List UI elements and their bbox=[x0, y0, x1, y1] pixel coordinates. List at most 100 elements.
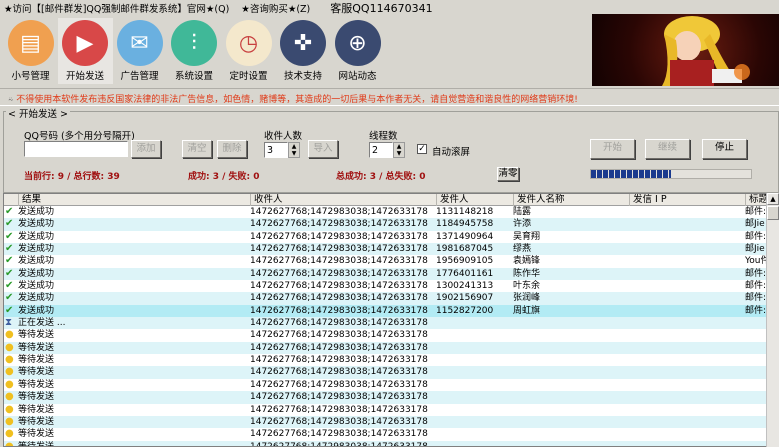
col-sender-name[interactable]: 发件人名称 bbox=[513, 194, 565, 206]
bulb-icon: ● bbox=[5, 415, 14, 427]
cell-to: 1472627768;1472983038;1472633178 bbox=[250, 429, 428, 440]
table-row[interactable]: ✔ 发送成功 1472627768;1472983038;1472633178 130… bbox=[4, 280, 778, 292]
toolbar-button-2[interactable]: ✉ 广告管理 bbox=[112, 18, 167, 84]
col-result[interactable]: 结果 bbox=[18, 194, 41, 206]
cell-from: 1371490964 bbox=[436, 231, 494, 242]
cell-result: 等待发送 bbox=[18, 392, 55, 403]
cell-to: 1472627768;1472983038;1472633178 bbox=[250, 305, 428, 316]
cell-from: 1152827200 bbox=[436, 305, 494, 316]
cell-subject: 邮件: bbox=[745, 305, 767, 316]
table-row[interactable]: ⧗ 正在发送 ... 1472627768;1472983038;147263317… bbox=[4, 317, 778, 330]
start-button[interactable]: 开始 bbox=[590, 139, 635, 159]
menu-bar: ★访问【[邮件群发]QQ强制邮件群发系统】官网★(Q) ★咨询购买★(Z) 客服… bbox=[4, 1, 433, 15]
table-row[interactable]: ● 等待发送 1472627768;1472983038;1472633178 bbox=[4, 366, 778, 379]
cell-to: 1472627768;1472983038;1472633178 bbox=[250, 219, 428, 230]
table-row[interactable]: ✔ 发送成功 1472627768;1472983038;1472633178 177… bbox=[4, 267, 778, 281]
table-row[interactable]: ● 等待发送 1472627768;1472983038;1472633178 bbox=[4, 329, 778, 341]
cell-result: 等待发送 bbox=[18, 342, 55, 353]
vertical-scrollbar[interactable]: ▲ bbox=[766, 193, 779, 447]
cell-from: 1956909105 bbox=[436, 256, 494, 267]
reset-button[interactable]: 清零 bbox=[497, 167, 519, 181]
table-row[interactable]: ● 等待发送 1472627768;1472983038;1472633178 bbox=[4, 428, 778, 440]
table-row[interactable]: ● 等待发送 1472627768;1472983038;1472633178 bbox=[4, 404, 778, 416]
document-icon: ▤ bbox=[7, 20, 54, 66]
add-button[interactable]: 添加 bbox=[131, 140, 161, 158]
col-recipient[interactable]: 收件人 bbox=[250, 194, 283, 206]
menu-visit-website[interactable]: ★访问【[邮件群发]QQ强制邮件群发系统】官网★(Q) bbox=[4, 1, 229, 15]
table-row[interactable]: ● 等待发送 1472627768;1472983038;1472633178 bbox=[4, 341, 778, 355]
stop-button[interactable]: 停止 bbox=[702, 139, 747, 159]
cell-name: 吴育翔 bbox=[513, 231, 541, 242]
support-qq: 客服QQ114670341 bbox=[330, 2, 433, 15]
delete-button[interactable]: 删除 bbox=[217, 140, 247, 158]
cell-result: 等待发送 bbox=[18, 330, 55, 341]
autoscroll-checkbox[interactable]: ✓ bbox=[417, 144, 427, 154]
table-row[interactable]: ✔ 发送成功 1472627768;1472983038;1472633178 137… bbox=[4, 231, 778, 243]
table-row[interactable]: ✔ 发送成功 1472627768;1472983038;1472633178 198… bbox=[4, 243, 778, 256]
table-row[interactable]: ✔ 发送成功 1472627768;1472983038;1472633178 190… bbox=[4, 292, 778, 305]
col-subject[interactable]: 标题 bbox=[745, 194, 768, 206]
check-icon: ✔ bbox=[5, 230, 14, 242]
qq-input[interactable] bbox=[24, 141, 128, 157]
cell-result: 等待发送 bbox=[18, 367, 55, 378]
table-row[interactable]: ✔ 发送成功 1472627768;1472983038;1472633178 115… bbox=[4, 304, 778, 318]
toolbar-button-1[interactable]: ▶ 开始发送 bbox=[57, 18, 113, 84]
cell-from: 1902156907 bbox=[436, 293, 494, 304]
cell-to: 1472627768;1472983038;1472633178 bbox=[250, 281, 428, 292]
table-row[interactable]: ✔ 发送成功 1472627768;1472983038;1472633178 195… bbox=[4, 255, 778, 267]
legal-warning: ⍨ 不得使用本软件发布违反国家法律的非法广告信息，如色情，赌博等，其造成的一切后… bbox=[0, 88, 779, 106]
recipients-spinner[interactable]: ▲ ▼ bbox=[288, 142, 300, 158]
current-row-stat: 当前行: 9 / 总行数: 39 bbox=[24, 172, 120, 182]
cell-subject: 邮件: bbox=[745, 293, 767, 304]
toolbar-button-5[interactable]: ✜ 技术支持 bbox=[276, 18, 331, 84]
cell-to: 1472627768;1472983038;1472633178 bbox=[250, 293, 428, 304]
cell-subject: 邮Jie bbox=[745, 244, 765, 255]
cell-to: 1472627768;1472983038;1472633178 bbox=[250, 392, 428, 403]
cell-result: 等待发送 bbox=[18, 379, 55, 390]
cell-name: 袁嫣锋 bbox=[513, 256, 541, 267]
cell-result: 发送成功 bbox=[18, 268, 55, 279]
cell-result: 发送成功 bbox=[18, 281, 55, 292]
threads-spinner[interactable]: ▲ ▼ bbox=[393, 142, 405, 158]
scroll-up-button[interactable]: ▲ bbox=[767, 193, 779, 205]
cell-name: 缪燕 bbox=[513, 244, 532, 255]
cell-from: 1184945758 bbox=[436, 219, 494, 230]
table-row[interactable]: ✔ 发送成功 1472627768;1472983038;1472633178 113… bbox=[4, 206, 778, 218]
toolbar-button-4[interactable]: ◷ 定时设置 bbox=[221, 18, 276, 84]
toolbar-label: 小号管理 bbox=[11, 71, 50, 82]
cell-from: 1300241313 bbox=[436, 281, 494, 292]
toolbar-label: 定时设置 bbox=[229, 71, 268, 82]
toolbar-label: 开始发送 bbox=[65, 71, 104, 82]
col-sender-ip[interactable]: 发信 I P bbox=[629, 194, 667, 206]
cell-result: 等待发送 bbox=[18, 441, 55, 447]
menu-buy[interactable]: ★咨询购买★(Z) bbox=[241, 1, 310, 15]
cell-name: 叶东余 bbox=[513, 281, 541, 292]
clear-button[interactable]: 清空 bbox=[182, 140, 212, 158]
threads-input[interactable] bbox=[369, 142, 393, 158]
cell-subject: 邮件: bbox=[745, 268, 767, 279]
recipients-input[interactable] bbox=[264, 142, 288, 158]
import-button[interactable]: 导入 bbox=[308, 140, 338, 158]
table-row[interactable]: ✔ 发送成功 1472627768;1472983038;1472633178 118… bbox=[4, 218, 778, 231]
cell-result: 发送成功 bbox=[18, 244, 55, 255]
table-row[interactable]: ● 等待发送 1472627768;1472983038;1472633178 bbox=[4, 440, 778, 447]
scroll-thumb[interactable] bbox=[767, 206, 779, 220]
toolbar-button-0[interactable]: ▤ 小号管理 bbox=[3, 18, 58, 84]
cell-name: 周虹旗 bbox=[513, 305, 541, 316]
cell-subject: 邮件: bbox=[745, 281, 767, 292]
toolbar-button-6[interactable]: ⊕ 网站动态 bbox=[330, 18, 385, 84]
toolbar-label: 广告管理 bbox=[120, 71, 159, 82]
cell-to: 1472627768;1472983038;1472633178 bbox=[250, 330, 428, 341]
continue-button[interactable]: 继续 bbox=[645, 139, 690, 159]
col-sender[interactable]: 发件人 bbox=[436, 194, 469, 206]
toolbar-button-3[interactable]: ⫶ 系统设置 bbox=[167, 18, 222, 84]
cell-subject: 邮件: bbox=[745, 231, 767, 242]
bulb-icon: ● bbox=[5, 440, 14, 447]
table-row[interactable]: ● 等待发送 1472627768;1472983038;1472633178 bbox=[4, 379, 778, 391]
table-row[interactable]: ● 等待发送 1472627768;1472983038;1472633178 bbox=[4, 354, 778, 366]
cell-from: 1131148218 bbox=[436, 207, 494, 217]
cell-to: 1472627768;1472983038;1472633178 bbox=[250, 231, 428, 242]
table-row[interactable]: ● 等待发送 1472627768;1472983038;1472633178 bbox=[4, 391, 778, 404]
check-icon: ✔ bbox=[5, 255, 14, 267]
table-row[interactable]: ● 等待发送 1472627768;1472983038;1472633178 bbox=[4, 415, 778, 429]
